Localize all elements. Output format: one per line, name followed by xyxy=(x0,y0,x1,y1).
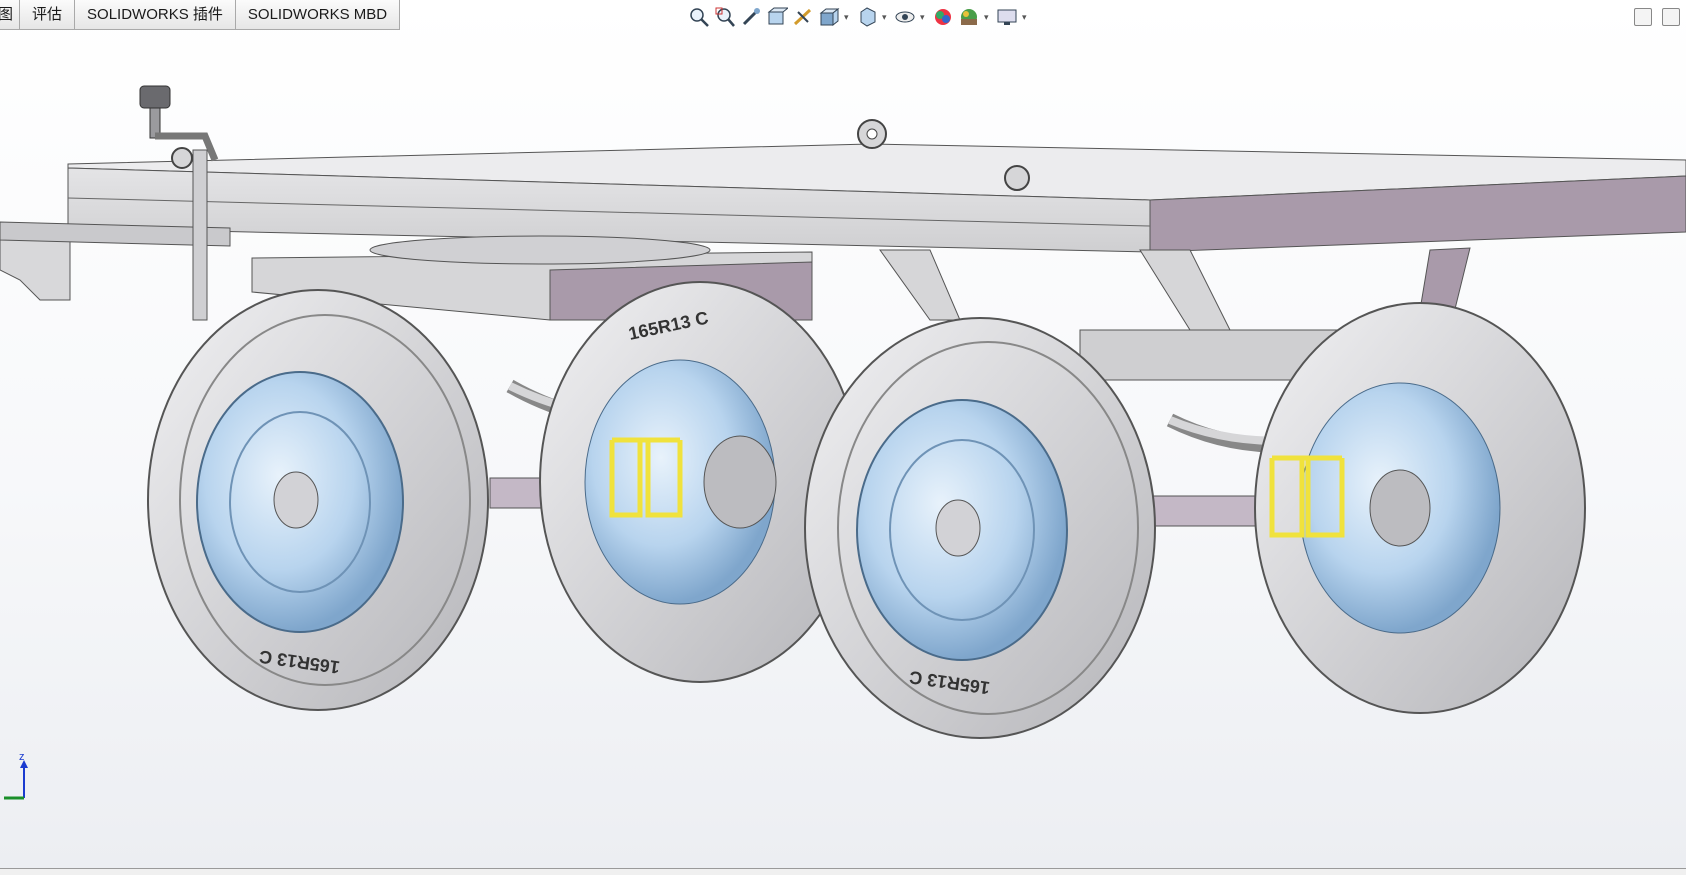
previous-view-icon[interactable] xyxy=(740,6,762,28)
zoom-to-fit-icon[interactable] xyxy=(688,6,710,28)
view-settings-icon[interactable] xyxy=(996,6,1018,28)
tab-evaluate[interactable]: 评估 xyxy=(20,0,76,30)
restore-window-icon[interactable] xyxy=(1634,8,1652,26)
dynamic-annotation-icon[interactable] xyxy=(792,6,814,28)
chevron-down-icon[interactable]: ▾ xyxy=(920,6,928,28)
edit-appearance-icon[interactable] xyxy=(932,6,954,28)
command-manager-tabs: 图 评估 SOLIDWORKS 插件 SOLIDWORKS MBD xyxy=(0,0,401,30)
chevron-down-icon[interactable]: ▾ xyxy=(844,6,852,28)
tab-solidworks-mbd[interactable]: SOLIDWORKS MBD xyxy=(235,0,401,30)
chevron-down-icon[interactable]: ▾ xyxy=(984,6,992,28)
trailer-model[interactable]: 165R13 C 165R13 C 165R13 C xyxy=(0,0,1686,874)
view-orientation-icon[interactable] xyxy=(818,6,840,28)
wheel-front-outer: 165R13 C xyxy=(147,289,489,711)
display-style-icon[interactable] xyxy=(856,6,878,28)
zoom-to-area-icon[interactable] xyxy=(714,6,736,28)
close-window-icon[interactable] xyxy=(1662,8,1680,26)
hide-show-items-icon[interactable] xyxy=(894,6,916,28)
graphics-area[interactable]: 165R13 C 165R13 C 165R13 C z xyxy=(0,0,1686,874)
apply-scene-icon[interactable] xyxy=(958,6,980,28)
section-view-icon[interactable] xyxy=(766,6,790,28)
wheel-rear-outer: 165R13 C xyxy=(804,317,1156,739)
chevron-down-icon[interactable]: ▾ xyxy=(1022,6,1030,28)
tab-drawing[interactable]: 图 xyxy=(0,0,21,30)
heads-up-view-toolbar: ▾ ▾ ▾ ▾ ▾ xyxy=(688,6,1030,28)
chevron-down-icon[interactable]: ▾ xyxy=(882,6,890,28)
tab-solidworks-addins[interactable]: SOLIDWORKS 插件 xyxy=(75,0,236,30)
coordinate-triad: z xyxy=(4,748,34,808)
